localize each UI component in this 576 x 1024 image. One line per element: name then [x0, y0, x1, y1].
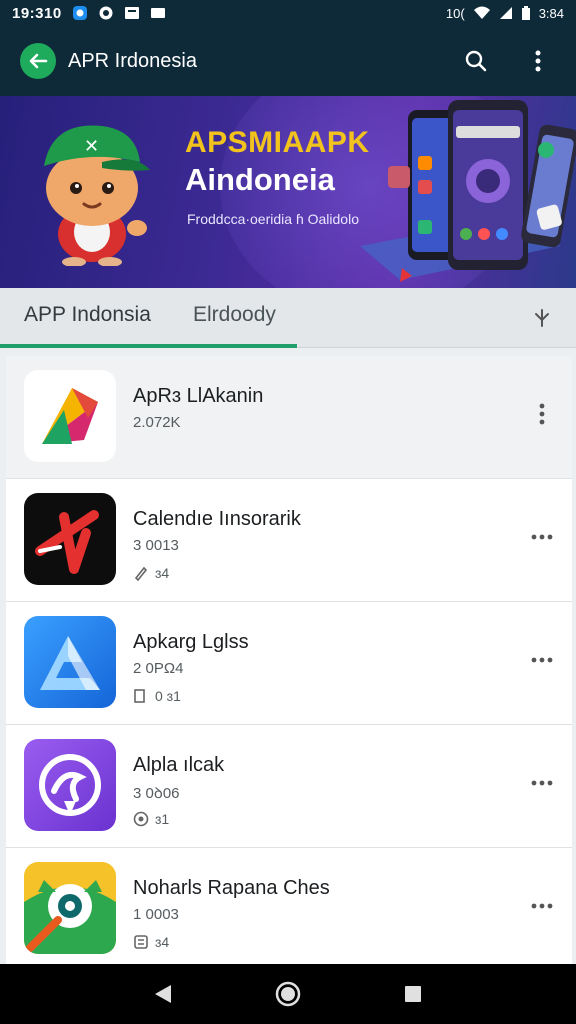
more-vertical-icon: [535, 50, 541, 72]
purple-swirl-logo-icon: [24, 739, 116, 831]
mascot-icon: ✕: [44, 125, 150, 266]
app-meta-text: ɜ4: [155, 934, 170, 950]
phones-illustration-icon: [360, 100, 576, 282]
promo-banner[interactable]: ✕ APSMIAAPK Aindoneia Froddcca·oeridia ɦ…: [0, 96, 576, 288]
battery-icon: [521, 6, 530, 20]
more-vertical-icon: [539, 403, 545, 425]
target-icon: [133, 811, 149, 827]
app-size: 3 0013: [133, 537, 179, 554]
app-meta: 0 ɜ1: [133, 688, 181, 704]
box-icon: [134, 689, 145, 703]
tab-indicator: [0, 344, 297, 348]
app-meta: ɜ4: [133, 934, 169, 950]
app-name: Calendıe Iınsorarik: [133, 508, 301, 530]
arrow-left-icon: [29, 53, 48, 69]
more-horizontal-icon: [531, 657, 553, 663]
tab-bar: APP Indonsia Elrdoody: [0, 288, 576, 348]
app-size: 1 0003: [133, 906, 179, 923]
app-more-button[interactable]: [524, 396, 560, 432]
banner-caption: Froddcca·oeridia ɦ Oalidolo: [187, 211, 359, 227]
list-item[interactable]: Calendıe Iınsorarik 3 0013 ɜ4: [6, 479, 572, 602]
app-meta: ɜ4: [133, 565, 169, 581]
status-bar: 19:310 10( 3:84: [0, 0, 576, 26]
app-size: 2 0PΩ4: [133, 660, 184, 677]
app-size: 2.072K: [133, 414, 181, 431]
app-more-button[interactable]: [524, 888, 560, 924]
red-x-logo-icon: [24, 493, 116, 585]
more-horizontal-icon: [531, 534, 553, 540]
screen: 19:310 10( 3:84 APR Irdonesia ✕ APSMIAAP…: [0, 0, 576, 1024]
status-time: 19:310: [12, 4, 62, 22]
pencil-icon: [134, 566, 148, 581]
app-meta-text: ɜ4: [155, 565, 170, 581]
sort-icon[interactable]: [530, 306, 554, 330]
notification-icon: [72, 6, 87, 20]
app-more-button[interactable]: [524, 765, 560, 801]
list-item[interactable]: Noharls Rapana Ches 1 0003 ɜ4: [6, 848, 572, 971]
message-icon: [124, 7, 139, 19]
app-name: Apkarg Lglss: [133, 631, 249, 653]
page-title: APR Irdonesia: [68, 49, 197, 72]
back-button[interactable]: [20, 43, 56, 79]
nav-home-button[interactable]: [268, 974, 308, 1014]
nav-recents-icon: [405, 986, 422, 1002]
square-icon: [150, 8, 165, 18]
tab-second[interactable]: Elrdoody: [193, 303, 276, 327]
banner-headline: APSMIAAPK: [185, 126, 370, 159]
svg-text:✕: ✕: [84, 136, 99, 157]
system-nav-bar: [0, 964, 576, 1024]
play-logo-icon: [24, 370, 116, 462]
signal-text: 10(: [445, 5, 465, 21]
status-right: 10( 3:84: [446, 6, 564, 21]
app-bar-actions: [458, 43, 556, 79]
green-owl-logo-icon: [24, 862, 116, 954]
battery-text: 3:84: [538, 5, 564, 21]
app-size: 3 0ꝺ06: [133, 785, 180, 802]
app-more-button[interactable]: [524, 519, 560, 555]
banner-subheadline: Aindoneia: [185, 162, 335, 197]
list-item[interactable]: Alpla ılcak 3 0ꝺ06 ɜ1: [6, 725, 572, 848]
nav-back-button[interactable]: [143, 974, 183, 1014]
search-icon: [465, 50, 487, 72]
signal-icon: [499, 7, 512, 19]
overflow-menu-button[interactable]: [520, 43, 556, 79]
more-horizontal-icon: [531, 903, 553, 909]
list-item[interactable]: ApRɜ LlAkanin 2.072K: [6, 356, 572, 479]
list-item[interactable]: Apkarg Lglss 2 0PΩ4 0 ɜ1: [6, 602, 572, 725]
notification-icon: [99, 6, 113, 20]
app-name: Noharls Rapana Ches: [133, 877, 330, 899]
more-horizontal-icon: [531, 780, 553, 786]
nav-back-icon: [154, 985, 171, 1003]
app-bar: APR Irdonesia: [0, 26, 576, 96]
wifi-icon: [473, 6, 490, 19]
app-meta-text: 0 ɜ1: [155, 688, 181, 704]
blue-a-logo-icon: [24, 616, 116, 708]
app-name: Alpla ılcak: [133, 754, 225, 776]
app-more-button[interactable]: [524, 642, 560, 678]
tab-app-indonesia[interactable]: APP Indonsia: [24, 303, 151, 327]
nav-recents-button[interactable]: [393, 974, 433, 1014]
app-list: ApRɜ LlAkanin 2.072K Calendıe Iınsorarik…: [6, 356, 572, 971]
nav-home-icon: [275, 981, 301, 1007]
search-button[interactable]: [458, 43, 494, 79]
grid-icon: [134, 935, 148, 949]
app-meta: ɜ1: [133, 811, 169, 827]
app-meta-text: ɜ1: [155, 811, 170, 827]
app-name: ApRɜ LlAkanin: [133, 385, 264, 407]
